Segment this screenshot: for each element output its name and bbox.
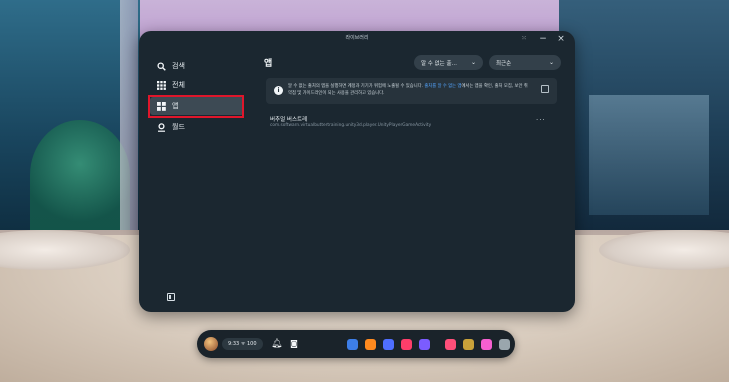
library-icon[interactable] bbox=[499, 339, 510, 350]
sort-dropdown[interactable]: 최근순 ⌄ bbox=[489, 55, 561, 70]
app-icon-1[interactable] bbox=[347, 339, 358, 350]
app-icon-8[interactable] bbox=[481, 339, 492, 350]
sidebar-item-all[interactable]: 전체 bbox=[150, 76, 244, 94]
app-item-name[interactable]: 버추얼 버스트레 bbox=[270, 115, 307, 123]
library-window: 라이브러리 ⁙ − × 검색 전체 앱 월드 앱 알 수 없는 출… ⌄ 최근순… bbox=[139, 31, 575, 312]
headset-icon[interactable]: ◙ bbox=[289, 339, 299, 349]
background-dome-left bbox=[30, 120, 130, 230]
dropdown-value: 최근순 bbox=[496, 60, 512, 67]
unknown-sources-notice: i 알 수 없는 출처의 앱을 실행하면 계정과 기기가 위험에 노출될 수 있… bbox=[266, 78, 557, 104]
notice-link[interactable]: 출처를 알 수 없는 앱 bbox=[424, 84, 461, 89]
drag-handle-icon[interactable]: ⁙ bbox=[519, 34, 529, 44]
dropdown-value: 알 수 없는 출… bbox=[421, 60, 458, 67]
search-icon bbox=[157, 61, 166, 71]
notice-text-part: 알 수 없는 출처의 앱을 실행하면 계정과 기기가 위험에 노출될 수 있습니… bbox=[288, 84, 425, 89]
chevron-down-icon: ⌄ bbox=[470, 59, 476, 66]
avatar[interactable] bbox=[204, 337, 218, 351]
clock: 9:33 bbox=[228, 341, 240, 347]
annotation-highlight-box bbox=[148, 95, 244, 118]
sidebar: 검색 전체 앱 월드 bbox=[139, 31, 249, 312]
source-filter-dropdown[interactable]: 알 수 없는 출… ⌄ bbox=[414, 55, 483, 70]
world-pin-icon bbox=[157, 122, 166, 132]
sidebar-item-search[interactable]: 검색 bbox=[150, 57, 244, 75]
app-item-package: com.softwarn.virtualbuttertraining.unity… bbox=[270, 123, 432, 128]
notification-bell-icon[interactable]: 🔔︎ bbox=[271, 339, 282, 349]
info-icon: i bbox=[274, 86, 283, 95]
battery-level: 100 bbox=[246, 341, 257, 347]
app-more-button[interactable]: ··· bbox=[536, 116, 546, 124]
close-button[interactable]: × bbox=[556, 34, 566, 44]
minimize-button[interactable]: − bbox=[538, 34, 548, 44]
grid-all-icon bbox=[157, 80, 166, 90]
app-icon-7[interactable] bbox=[463, 339, 474, 350]
background-structure-right bbox=[589, 95, 709, 215]
background-pillar bbox=[120, 0, 138, 230]
chevron-down-icon: ⌄ bbox=[548, 59, 554, 66]
app-icon-4[interactable] bbox=[401, 339, 412, 350]
sidebar-item-worlds[interactable]: 월드 bbox=[150, 118, 244, 136]
sidebar-item-label: 월드 bbox=[172, 123, 185, 131]
app-icon-5[interactable] bbox=[419, 339, 430, 350]
app-icon-6[interactable] bbox=[445, 339, 456, 350]
taskbar: 9:33 ᯤ 100 🔔︎ ◙ bbox=[197, 330, 515, 358]
sidebar-item-label: 검색 bbox=[172, 62, 185, 70]
sidebar-toggle-icon[interactable] bbox=[167, 293, 175, 301]
page-title: 앱 bbox=[264, 59, 273, 69]
app-icon-2[interactable] bbox=[365, 339, 376, 350]
sidebar-item-label: 전체 bbox=[172, 81, 185, 89]
status-pill[interactable]: 9:33 ᯤ 100 bbox=[222, 338, 263, 350]
external-link-icon[interactable] bbox=[541, 85, 549, 93]
app-icon-3[interactable] bbox=[383, 339, 394, 350]
notice-text: 알 수 없는 출처의 앱을 실행하면 계정과 기기가 위험에 노출될 수 있습니… bbox=[288, 83, 528, 97]
